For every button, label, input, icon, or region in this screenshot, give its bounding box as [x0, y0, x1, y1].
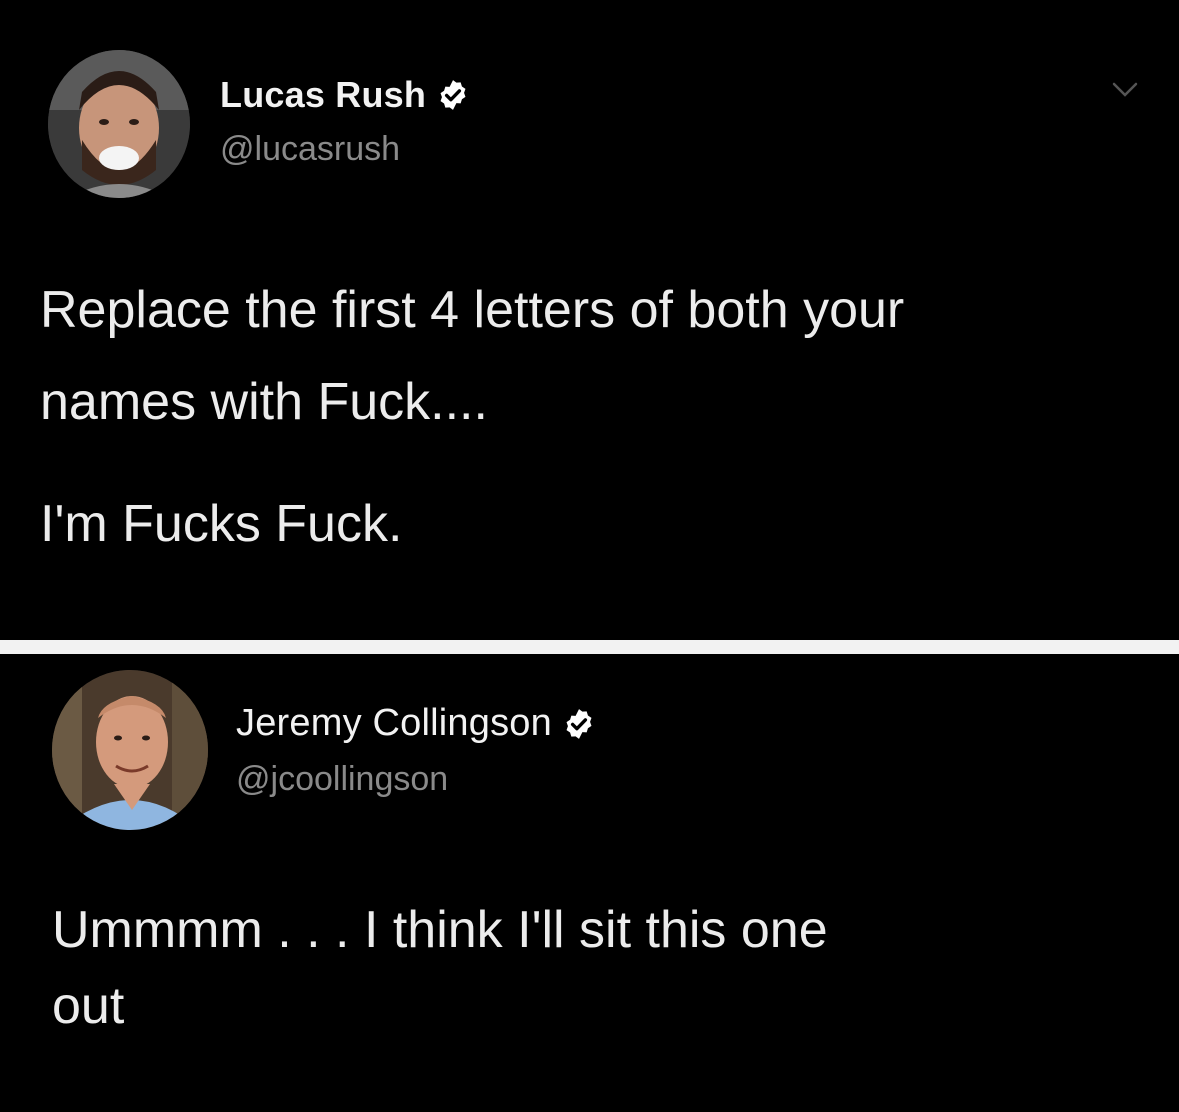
tweet-text-line: Ummmm . . . I think I'll sit this one — [52, 901, 828, 959]
avatar-photo-icon — [52, 670, 208, 830]
avatar-photo-icon — [48, 50, 190, 198]
tweet-card-lucas: Lucas Rush @lucasrush Replace the first … — [0, 0, 1179, 640]
author-handle[interactable]: @lucasrush — [220, 130, 400, 169]
avatar[interactable] — [48, 50, 190, 198]
tweet-text-line: I'm Fucks Fuck. — [40, 495, 403, 553]
tweet-text: Ummmm . . . I think I'll sit this one ou… — [52, 904, 828, 1032]
verified-badge-icon — [440, 80, 466, 110]
author-name[interactable]: Jeremy Collingson — [236, 702, 552, 745]
author-name[interactable]: Lucas Rush — [220, 74, 426, 116]
author-handle[interactable]: @jcoollingson — [236, 760, 448, 799]
tweet-text-line: Replace the first 4 letters of both your — [40, 281, 905, 339]
verified-badge-icon — [566, 708, 592, 739]
author-name-row[interactable]: Jeremy Collingson — [236, 702, 596, 745]
chevron-down-icon[interactable] — [1111, 80, 1139, 100]
tweet-text: Replace the first 4 letters of both your… — [40, 284, 904, 550]
tweet-text-line: names with Fuck.... — [40, 373, 488, 431]
author-name-row[interactable]: Lucas Rush — [220, 74, 470, 116]
divider — [0, 640, 1179, 654]
tweet-text-line: out — [52, 977, 125, 1035]
avatar[interactable] — [52, 670, 208, 830]
